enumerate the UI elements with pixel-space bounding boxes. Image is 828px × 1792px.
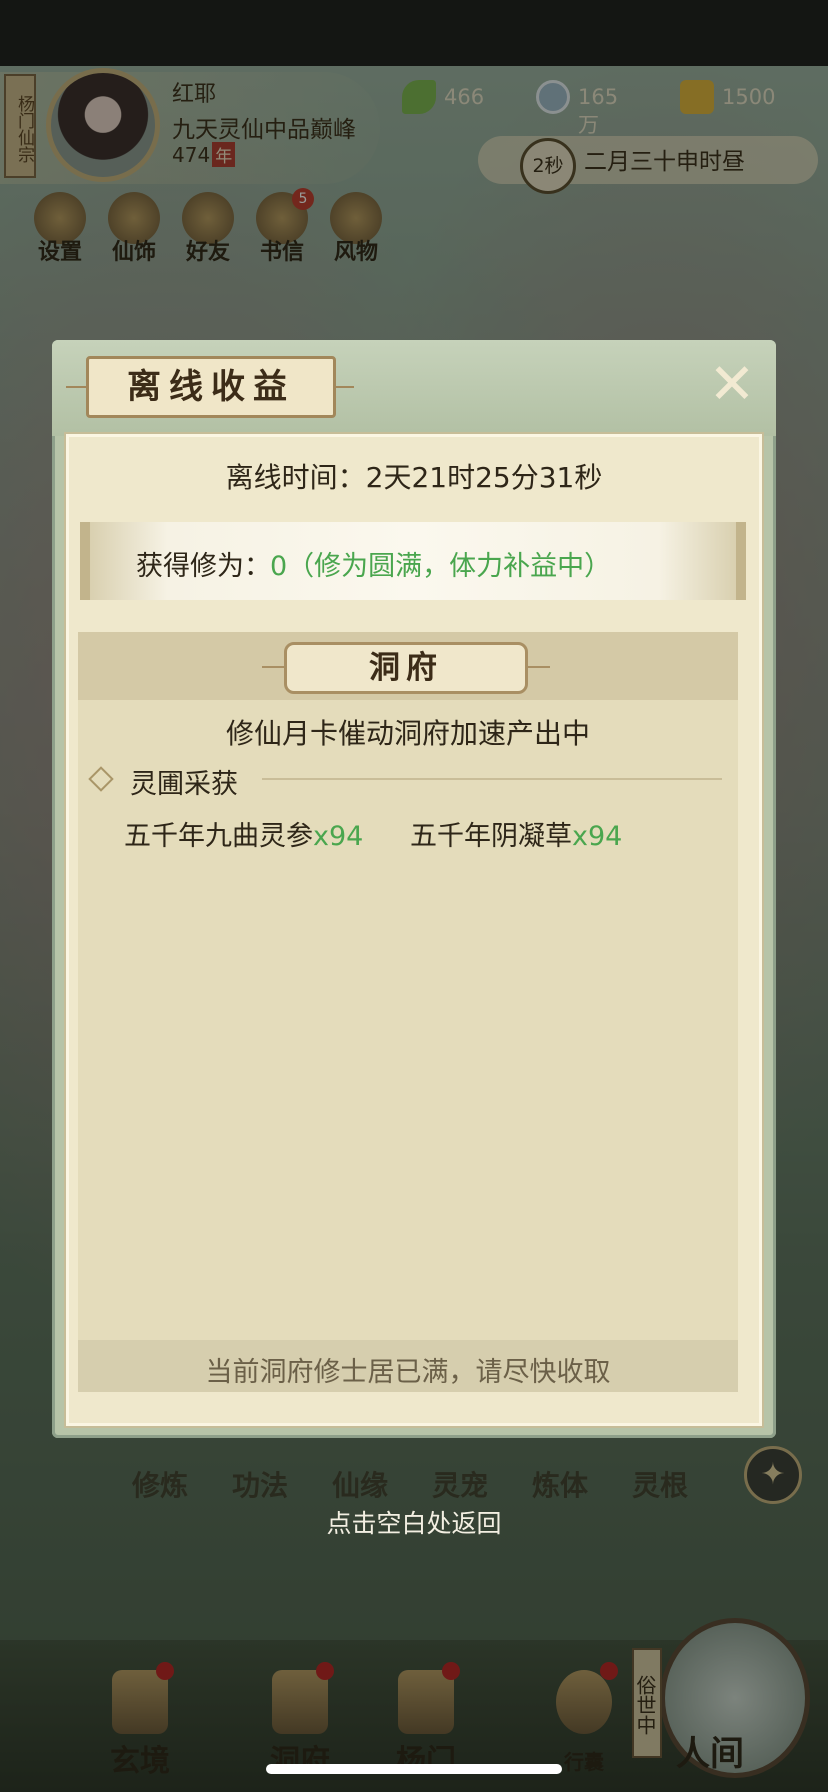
modal-title: 离线收益 bbox=[86, 356, 336, 418]
gain-value: 0（修为圆满，体力补益中） bbox=[270, 551, 612, 582]
gain-label: 获得修为： bbox=[136, 551, 271, 582]
garden-harvest-header: 灵圃采获 bbox=[88, 762, 722, 800]
section-ornament bbox=[262, 666, 286, 668]
diamond-icon bbox=[88, 766, 114, 792]
harvest-item-name: 五千年九曲灵参 bbox=[124, 821, 313, 852]
home-indicator[interactable] bbox=[266, 1764, 562, 1774]
tap-to-return-hint[interactable]: 点击空白处返回 bbox=[0, 1504, 828, 1540]
cave-status: 修仙月卡催动洞府加速产出中 bbox=[225, 717, 590, 750]
cave-full-notice: 当前洞府修士居已满，请尽快收取 bbox=[205, 1357, 611, 1388]
close-icon[interactable]: ✕ bbox=[704, 357, 760, 413]
harvest-item: 五千年九曲灵参x94 bbox=[124, 814, 363, 853]
harvest-item: 五千年阴凝草x94 bbox=[410, 814, 622, 853]
title-ornament bbox=[334, 386, 354, 388]
divider bbox=[262, 778, 722, 780]
harvest-item-qty: x94 bbox=[572, 821, 623, 852]
offline-time: 离线时间：2天21时25分31秒 bbox=[225, 461, 603, 494]
title-ornament bbox=[66, 386, 88, 388]
cave-section-title: 洞府 bbox=[284, 642, 528, 694]
harvest-item-qty: x94 bbox=[313, 821, 364, 852]
harvest-item-name: 五千年阴凝草 bbox=[410, 821, 572, 852]
garden-harvest-title: 灵圃采获 bbox=[130, 769, 238, 800]
section-ornament bbox=[526, 666, 550, 668]
